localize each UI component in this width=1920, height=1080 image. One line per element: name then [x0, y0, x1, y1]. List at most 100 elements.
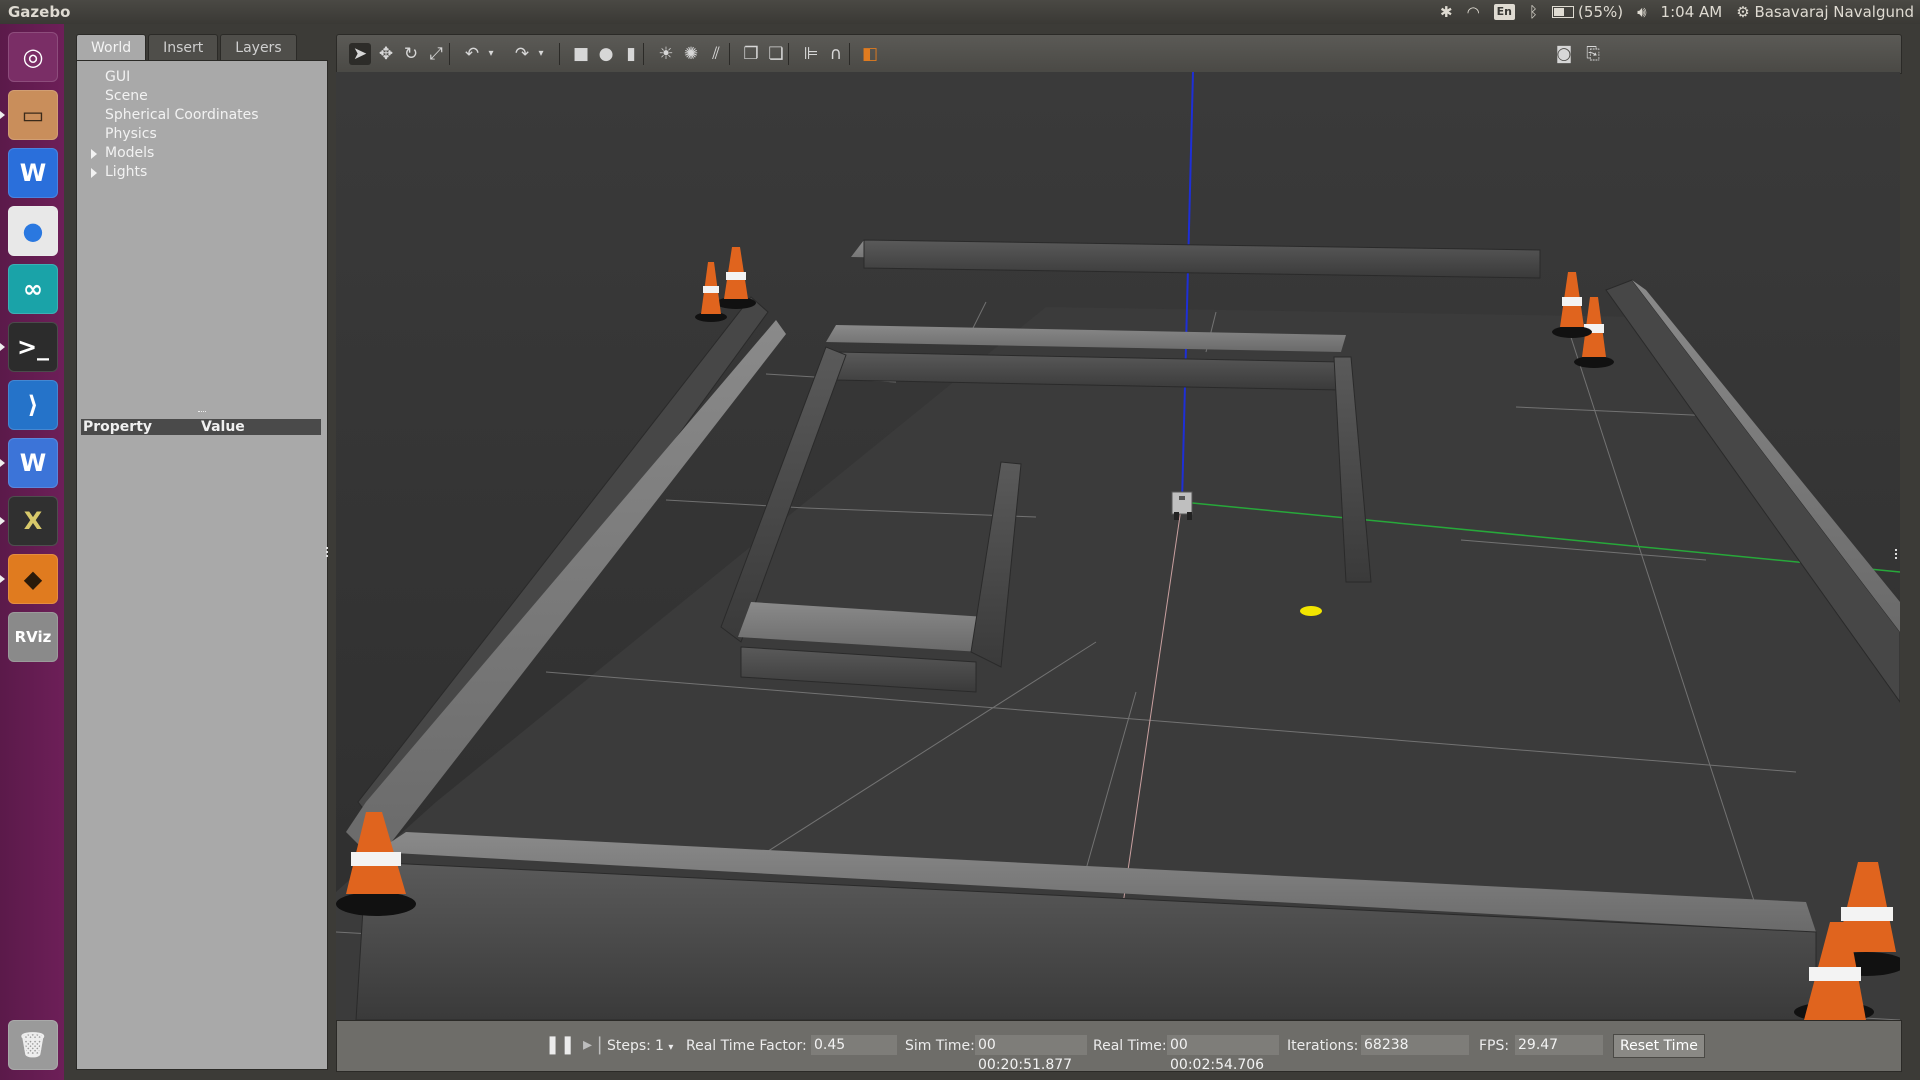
real-time-label: Real Time:	[1093, 1038, 1167, 1054]
left-panel: World Insert Layers GUI Scene Spherical Co…	[64, 24, 330, 1080]
wps-writer-icon[interactable]: W	[8, 148, 58, 198]
battery-percent: (55%)	[1578, 3, 1624, 21]
steps-value: 1	[655, 1038, 664, 1054]
files-icon[interactable]: ▭	[8, 90, 58, 140]
undo-icon[interactable]: ↶	[461, 43, 483, 65]
bluetooth-status-icon[interactable]: ᛒ	[1529, 0, 1538, 24]
sphere-icon[interactable]: ●	[595, 43, 617, 65]
step-button[interactable]: ▸❘	[583, 1034, 607, 1055]
steps-label: Steps:	[607, 1038, 651, 1054]
directional-light-icon[interactable]: ⫽	[705, 43, 727, 65]
panel-collapse-handle[interactable]	[326, 547, 332, 557]
tree-item-lights[interactable]: Lights	[105, 164, 147, 180]
wps-icon[interactable]: W	[8, 438, 58, 488]
tab-insert[interactable]: Insert	[148, 34, 219, 62]
battery-fill	[1554, 8, 1564, 16]
iterations-field: 68238	[1361, 1035, 1469, 1055]
panel-tabs: World Insert Layers	[76, 34, 299, 62]
rviz-icon[interactable]: RViz	[8, 612, 58, 662]
top-panel: Gazebo ✱ ◠ En ᛒ (55%) 🔊︎ 1:04 AM ⚙ Basav…	[0, 0, 1920, 24]
scene-toolbar: ➤ ✥ ↻ ⤢ ↶ ▾ ↷ ▾ ■ ● ▮ ☀ ✺ ⫽ ❐ ❏ ⊫ ∩ ◧ ◙ ⎘	[336, 34, 1902, 74]
value-column-header[interactable]: Value	[201, 419, 245, 435]
toolbar-separator	[788, 43, 789, 65]
xterm-icon[interactable]: X	[8, 496, 58, 546]
spot-light-icon[interactable]: ✺	[680, 43, 702, 65]
toolbar-separator	[449, 43, 450, 65]
select-arrow-icon[interactable]: ➤	[349, 43, 371, 65]
snap-icon[interactable]: ∩	[825, 43, 847, 65]
real-time-field: 00 00:02:54.706	[1167, 1035, 1279, 1073]
toolbar-separator	[849, 43, 850, 65]
rtf-label: Real Time Factor:	[686, 1038, 807, 1054]
gazebo-icon[interactable]: ◆	[8, 554, 58, 604]
vscode-icon[interactable]: ⟩	[8, 380, 58, 430]
bluetooth-icon[interactable]: ✱	[1440, 0, 1453, 24]
point-light-icon[interactable]: ☀	[655, 43, 677, 65]
chrome-icon[interactable]: ●	[8, 206, 58, 256]
time-panel: ❚❚ ▸❘ Steps: 1 ▾ Real Time Factor: 0.45 …	[336, 1020, 1902, 1073]
viewport-right-handle[interactable]	[1895, 549, 1900, 559]
iterations-label: Iterations:	[1287, 1038, 1359, 1054]
gear-icon: ⚙	[1736, 3, 1750, 21]
toolbar-separator	[643, 43, 644, 65]
tree-item-physics[interactable]: Physics	[105, 126, 157, 142]
tree-item-scene[interactable]: Scene	[105, 88, 148, 104]
pause-button[interactable]: ❚❚	[545, 1034, 575, 1055]
sim-time-label: Sim Time:	[905, 1038, 975, 1054]
toolbar-separator	[729, 43, 730, 65]
log-icon[interactable]: ⎘	[1582, 43, 1604, 65]
rtf-field: 0.45	[811, 1035, 897, 1055]
tree-item-gui[interactable]: GUI	[105, 69, 130, 85]
running-indicator	[0, 111, 5, 119]
fps-label: FPS:	[1479, 1038, 1510, 1054]
unity-launcher: ◎ ▭ W ● ∞ >_ ⟩ W X ◆ RViz 🗑︎	[0, 24, 64, 1080]
tab-world[interactable]: World	[76, 34, 147, 62]
session-menu[interactable]: ⚙ Basavaraj Navalgund	[1736, 0, 1914, 24]
box-icon[interactable]: ■	[570, 43, 592, 65]
expand-arrow-icon[interactable]	[91, 168, 97, 178]
redo-icon[interactable]: ↷	[511, 43, 533, 65]
view-angle-icon[interactable]: ◧	[859, 43, 881, 65]
clock[interactable]: 1:04 AM	[1661, 0, 1723, 24]
copy-icon[interactable]: ❐	[740, 43, 762, 65]
tab-layers[interactable]: Layers	[220, 34, 297, 62]
scale-icon[interactable]: ⤢	[425, 43, 447, 65]
chevron-down-icon: ▾	[668, 1042, 674, 1053]
sim-time-field: 00 00:20:51.877	[975, 1035, 1087, 1073]
3d-viewport[interactable]	[335, 71, 1906, 1022]
cylinder-icon[interactable]: ▮	[620, 43, 642, 65]
fps-field: 29.47	[1515, 1035, 1603, 1055]
redo-dropdown-icon[interactable]: ▾	[535, 43, 547, 65]
property-column-header[interactable]: Property	[83, 419, 152, 435]
property-table-header: Property Value	[81, 419, 321, 435]
user-name: Basavaraj Navalgund	[1754, 3, 1914, 21]
active-window-title: Gazebo	[8, 3, 71, 21]
tree-item-models[interactable]: Models	[105, 145, 154, 161]
battery-icon	[1552, 6, 1575, 18]
keyboard-layout-indicator[interactable]: En	[1493, 4, 1516, 20]
running-indicator	[0, 575, 5, 583]
splitter-handle[interactable]	[198, 411, 206, 416]
reset-time-button[interactable]: Reset Time	[1613, 1034, 1705, 1058]
screenshot-icon[interactable]: ◙	[1553, 43, 1575, 65]
paste-icon[interactable]: ❏	[765, 43, 787, 65]
rotate-icon[interactable]: ↻	[400, 43, 422, 65]
world-panel: GUI Scene Spherical Coordinates Physics Mode…	[76, 60, 328, 1070]
arduino-icon[interactable]: ∞	[8, 264, 58, 314]
running-indicator	[0, 459, 5, 467]
ubuntu-dash-icon[interactable]: ◎	[8, 32, 58, 82]
volume-icon[interactable]: 🔊︎	[1637, 0, 1646, 24]
trash-icon[interactable]: 🗑︎	[8, 1020, 58, 1070]
running-indicator	[0, 517, 5, 525]
toolbar-separator	[559, 43, 560, 65]
steps-spinbox[interactable]: 1 ▾	[655, 1038, 673, 1054]
wifi-icon[interactable]: ◠	[1467, 0, 1480, 24]
battery-indicator[interactable]: (55%)	[1552, 0, 1623, 24]
align-icon[interactable]: ⊫	[800, 43, 822, 65]
tree-item-spherical-coordinates[interactable]: Spherical Coordinates	[105, 107, 259, 123]
undo-dropdown-icon[interactable]: ▾	[485, 43, 497, 65]
goal-marker[interactable]	[1300, 606, 1322, 616]
terminal-icon[interactable]: >_	[8, 322, 58, 372]
expand-arrow-icon[interactable]	[91, 149, 97, 159]
translate-icon[interactable]: ✥	[375, 43, 397, 65]
